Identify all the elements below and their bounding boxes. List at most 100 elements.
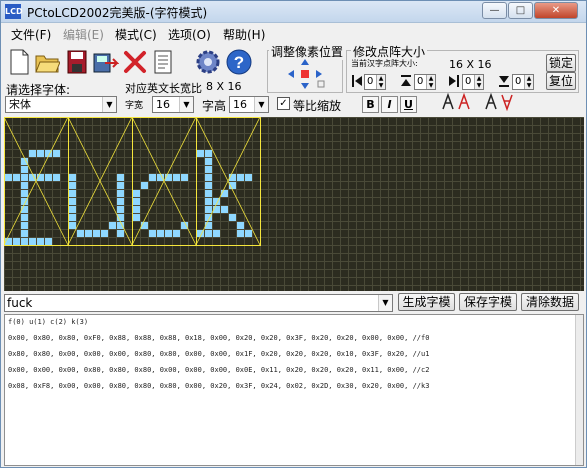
lit-pixel <box>77 230 84 237</box>
italic-button[interactable]: I <box>381 96 398 113</box>
lit-pixel <box>205 150 212 157</box>
generate-font-button[interactable]: 生成字模 <box>398 293 455 311</box>
save-font-button[interactable]: 保存字模 <box>459 293 517 311</box>
spin-updown-icon[interactable]: ▲ ▼ <box>376 75 385 89</box>
chevron-down-icon[interactable]: ▼ <box>102 97 116 112</box>
lit-pixel <box>69 174 76 181</box>
app-window: LCD PCtoLCD2002完美版-(字符模式) — □ ✕ 文件(F) 编辑… <box>0 0 587 468</box>
lit-pixel <box>181 222 188 229</box>
lit-pixel <box>53 174 60 181</box>
chevron-down-icon[interactable]: ▼ <box>378 295 392 311</box>
restore-size-button[interactable]: 复位 <box>546 72 576 90</box>
lit-pixel <box>229 214 236 221</box>
lit-pixel <box>37 238 44 245</box>
lit-pixel <box>21 190 28 197</box>
menu-options[interactable]: 选项(O) <box>168 26 211 43</box>
clear-data-button[interactable]: 清除数据 <box>521 293 579 311</box>
lit-pixel <box>5 174 12 181</box>
spin-updown-icon[interactable]: ▲ ▼ <box>524 75 533 89</box>
flip-horizontal-icon[interactable] <box>439 91 473 113</box>
output-line: 0x08, 0xF8, 0x00, 0x00, 0x80, 0x80, 0x80… <box>8 382 430 390</box>
move-arrows-icon[interactable] <box>284 57 326 91</box>
shrink-left-icon[interactable] <box>350 73 364 89</box>
lit-pixel <box>117 222 124 229</box>
height-label: 字高 <box>202 99 227 113</box>
lit-pixel <box>29 150 36 157</box>
bold-button[interactable]: B <box>362 96 379 113</box>
document-icon[interactable] <box>149 47 177 77</box>
lit-pixel <box>21 222 28 229</box>
lit-pixel <box>133 206 140 213</box>
close-button[interactable]: ✕ <box>534 2 578 19</box>
app-icon: LCD <box>5 4 23 19</box>
shrink-right-icon[interactable] <box>447 73 461 89</box>
shrink-bottom-icon[interactable] <box>497 73 511 89</box>
help-glyph: ? <box>234 53 244 72</box>
text-input[interactable]: fuck ▼ <box>4 294 393 312</box>
lit-pixel <box>117 206 124 213</box>
lit-pixel <box>101 230 108 237</box>
lit-pixel <box>205 166 212 173</box>
current-size-label: 当前汉字点阵大小: <box>351 59 418 68</box>
output-line: 0x80, 0x80, 0x00, 0x00, 0x00, 0x80, 0x80… <box>8 350 430 358</box>
proportional-scale-checkbox[interactable]: ✓ <box>277 97 290 110</box>
output-textarea[interactable]: f(0) u(1) c(2) k(3) 0x00, 0x80, 0x80, 0x… <box>4 314 584 466</box>
output-line-header: f(0) u(1) c(2) k(3) <box>8 318 89 326</box>
save-icon[interactable] <box>63 47 91 77</box>
lit-pixel <box>205 198 212 205</box>
title-bar[interactable]: LCD PCtoLCD2002完美版-(字符模式) — □ ✕ <box>1 1 586 23</box>
lit-pixel <box>117 174 124 181</box>
shrink-top-icon[interactable] <box>399 73 413 89</box>
vertical-scrollbar[interactable] <box>575 315 583 465</box>
new-file-icon[interactable] <box>5 47 33 77</box>
font-select[interactable]: 宋体 ▼ <box>5 96 117 113</box>
left-spin[interactable]: 0 ▲ ▼ <box>364 74 386 90</box>
lit-pixel <box>245 174 252 181</box>
glyph-preview-canvas[interactable] <box>4 117 584 291</box>
chevron-down-icon[interactable]: ▼ <box>254 97 268 112</box>
flip-vertical-icon[interactable] <box>482 91 516 113</box>
lit-pixel <box>45 174 52 181</box>
generate-to-file-icon[interactable] <box>91 47 119 77</box>
lit-pixel <box>205 206 212 213</box>
width-value: 16 <box>156 98 170 111</box>
height-select[interactable]: 16 ▼ <box>229 96 269 113</box>
lit-pixel <box>85 230 92 237</box>
menu-mode[interactable]: 模式(C) <box>115 26 157 43</box>
lit-pixel <box>117 182 124 189</box>
lit-pixel <box>29 238 36 245</box>
dot-matrix-preview[interactable] <box>4 117 584 291</box>
lit-pixel <box>149 174 156 181</box>
lock-size-button[interactable]: 锁定 <box>546 54 576 72</box>
menu-file[interactable]: 文件(F) <box>11 26 51 43</box>
help-icon[interactable]: ? <box>225 47 253 77</box>
lit-pixel <box>133 190 140 197</box>
menu-help[interactable]: 帮助(H) <box>223 26 265 43</box>
bottom-spin[interactable]: 0 ▲ ▼ <box>512 74 534 90</box>
open-folder-icon[interactable] <box>33 47 61 77</box>
spin-updown-icon[interactable]: ▲ ▼ <box>426 75 435 89</box>
spin-updown-icon[interactable]: ▲ ▼ <box>474 75 483 89</box>
lit-pixel <box>205 230 212 237</box>
delete-icon[interactable] <box>121 47 149 77</box>
width-select[interactable]: 16 ▼ <box>152 96 194 113</box>
output-line: 0x00, 0x00, 0x00, 0x80, 0x80, 0x80, 0x00… <box>8 366 430 374</box>
settings-gear-icon[interactable] <box>194 47 222 77</box>
lit-pixel <box>21 174 28 181</box>
lit-pixel <box>237 174 244 181</box>
chevron-down-icon[interactable]: ▼ <box>179 97 193 112</box>
lit-pixel <box>157 230 164 237</box>
menu-edit[interactable]: 编辑(E) <box>63 26 104 43</box>
minimize-button[interactable]: — <box>482 2 507 19</box>
lit-pixel <box>117 198 124 205</box>
lit-pixel <box>21 230 28 237</box>
lit-pixel <box>69 190 76 197</box>
text-input-value: fuck <box>7 296 33 310</box>
right-spin[interactable]: 0 ▲ ▼ <box>462 74 484 90</box>
underline-button[interactable]: U <box>400 96 417 113</box>
width-label: 字宽 <box>125 101 144 111</box>
lit-pixel <box>133 198 140 205</box>
maximize-button[interactable]: □ <box>508 2 533 19</box>
top-spin[interactable]: 0 ▲ ▼ <box>414 74 436 90</box>
lit-pixel <box>13 238 20 245</box>
